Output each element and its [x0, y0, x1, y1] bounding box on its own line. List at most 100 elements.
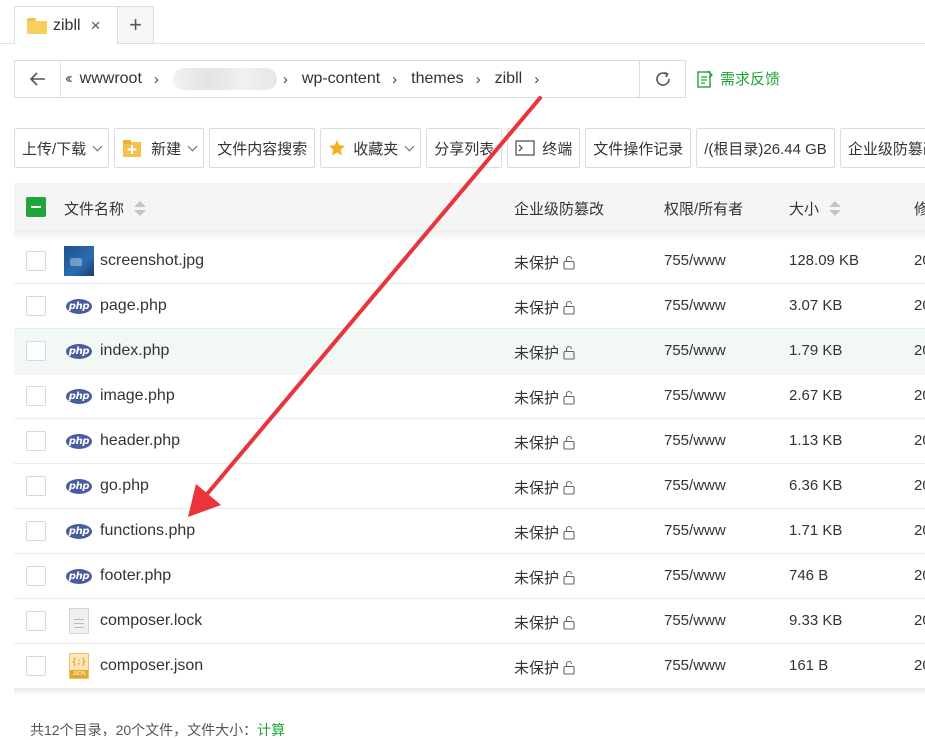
file-size: 1.71 KB [789, 522, 843, 539]
feedback-icon [697, 70, 713, 88]
row-checkbox[interactable] [26, 521, 46, 541]
back-button[interactable] [15, 61, 61, 97]
protect-status[interactable]: 未保护 [514, 342, 576, 363]
breadcrumb-item-wp-content[interactable]: wp-content › [302, 70, 411, 88]
unlock-icon [562, 390, 576, 405]
disk-info-button[interactable]: /(根目录)26.44 GB [696, 128, 835, 168]
file-name[interactable]: footer.php [100, 567, 171, 585]
unlock-icon [562, 255, 576, 270]
enterprise-protect-button[interactable]: 企业级防篡改 [839, 128, 925, 168]
table-row[interactable]: screenshot.jpg 未保护 755/www 128.09 KB 20 [14, 239, 925, 284]
chevron-down-icon [187, 141, 198, 151]
table-row[interactable]: php index.php 未保护 755/www 1.79 KB 20 [14, 329, 925, 374]
unlock-icon [562, 525, 576, 540]
upload-download-button[interactable]: 上传/下载 [14, 128, 110, 168]
content-search-button[interactable]: 文件内容搜索 [209, 128, 316, 168]
image-thumbnail-icon [64, 246, 94, 276]
calculate-size-link[interactable]: 计算 [257, 722, 285, 738]
permission-owner[interactable]: 755/www [664, 522, 726, 539]
tab-zibll[interactable]: zibll × [14, 6, 118, 44]
permission-owner[interactable]: 755/www [664, 297, 726, 314]
new-button[interactable]: 新建 [114, 128, 205, 168]
permission-owner[interactable]: 755/www [664, 477, 726, 494]
feedback-link[interactable]: 需求反馈 [697, 68, 780, 89]
modified-time: 20 [914, 297, 925, 314]
breadcrumb-item-zibll[interactable]: zibll › [495, 70, 554, 88]
table-row[interactable]: composer.lock 未保护 755/www 9.33 KB 20 [14, 599, 925, 644]
permission-owner[interactable]: 755/www [664, 387, 726, 404]
protect-status[interactable]: 未保护 [514, 567, 576, 588]
file-name[interactable]: header.php [100, 432, 180, 450]
file-name[interactable]: page.php [100, 297, 167, 315]
protect-status[interactable]: 未保护 [514, 477, 576, 498]
row-checkbox[interactable] [26, 431, 46, 451]
table-row[interactable]: php header.php 未保护 755/www 1.13 KB 20 [14, 419, 925, 464]
protect-status[interactable]: 未保护 [514, 657, 576, 678]
new-file-icon [122, 138, 144, 158]
table-row[interactable]: php page.php 未保护 755/www 3.07 KB 20 [14, 284, 925, 329]
file-name[interactable]: functions.php [100, 522, 195, 540]
modified-time: 20 [914, 477, 925, 494]
breadcrumb-item-wwwroot[interactable]: wwwroot › [80, 70, 173, 88]
permission-owner[interactable]: 755/www [664, 657, 726, 674]
protect-status[interactable]: 未保护 [514, 432, 576, 453]
modified-time: 20 [914, 522, 925, 539]
file-name[interactable]: composer.lock [100, 612, 202, 630]
row-checkbox[interactable] [26, 296, 46, 316]
terminal-button[interactable]: 终端 [507, 128, 581, 168]
file-size: 3.07 KB [789, 297, 843, 314]
protect-status[interactable]: 未保护 [514, 387, 576, 408]
row-checkbox[interactable] [26, 386, 46, 406]
file-name[interactable]: go.php [100, 477, 149, 495]
breadcrumb-item-themes[interactable]: themes › [411, 70, 494, 88]
table-header: 文件名称 企业级防篡改 权限/所有者 大小 修 [14, 183, 925, 230]
header-size[interactable]: 大小 [789, 198, 842, 219]
double-chevron-left-icon[interactable]: ‹‹ [65, 70, 72, 88]
protect-status[interactable]: 未保护 [514, 612, 576, 633]
file-name[interactable]: screenshot.jpg [100, 252, 204, 270]
row-checkbox[interactable] [26, 251, 46, 271]
sort-icon[interactable] [829, 201, 842, 216]
table-row[interactable]: php go.php 未保护 755/www 6.36 KB 20 [14, 464, 925, 509]
file-name[interactable]: composer.json [100, 657, 203, 675]
table-row[interactable]: {;}JSON composer.json 未保护 755/www 161 B 20 [14, 644, 925, 689]
table-row[interactable]: php footer.php 未保护 755/www 746 B 20 [14, 554, 925, 599]
chevron-right-icon: › [392, 70, 398, 88]
file-size: 6.36 KB [789, 477, 843, 494]
permission-owner[interactable]: 755/www [664, 612, 726, 629]
header-protect: 企业级防篡改 [514, 201, 605, 218]
permission-owner[interactable]: 755/www [664, 567, 726, 584]
row-checkbox[interactable] [26, 656, 46, 676]
toolbar: 上传/下载 新建 文件内容搜索 收藏夹 分享列表 终端 文件操作记录 /(根目录… [14, 128, 925, 168]
table-row[interactable]: php functions.php 未保护 755/www 1.71 KB 20 [14, 509, 925, 554]
unlock-icon [562, 300, 576, 315]
protect-status[interactable]: 未保护 [514, 252, 576, 273]
modified-time: 20 [914, 342, 925, 359]
operation-log-button[interactable]: 文件操作记录 [585, 128, 692, 168]
add-tab-button[interactable]: + [118, 6, 154, 44]
row-checkbox[interactable] [26, 566, 46, 586]
modified-time: 20 [914, 432, 925, 449]
row-checkbox[interactable] [26, 476, 46, 496]
permission-owner[interactable]: 755/www [664, 432, 726, 449]
row-checkbox[interactable] [26, 611, 46, 631]
unlock-icon [562, 480, 576, 495]
php-file-icon: php [66, 523, 92, 539]
table-row[interactable]: php image.php 未保护 755/www 2.67 KB 20 [14, 374, 925, 419]
select-all-checkbox[interactable] [26, 197, 46, 217]
favorites-button[interactable]: 收藏夹 [320, 128, 422, 168]
sort-icon[interactable] [134, 201, 147, 216]
close-icon[interactable]: × [91, 17, 101, 34]
permission-owner[interactable]: 755/www [664, 342, 726, 359]
file-name[interactable]: image.php [100, 387, 175, 405]
file-name[interactable]: index.php [100, 342, 169, 360]
share-list-button[interactable]: 分享列表 [426, 128, 503, 168]
redacted-path-segment [172, 68, 277, 90]
refresh-button[interactable] [640, 60, 686, 98]
protect-status[interactable]: 未保护 [514, 297, 576, 318]
permission-owner[interactable]: 755/www [664, 252, 726, 269]
header-filename[interactable]: 文件名称 [64, 198, 147, 219]
protect-status[interactable]: 未保护 [514, 522, 576, 543]
unlock-icon [562, 660, 576, 675]
row-checkbox[interactable] [26, 341, 46, 361]
